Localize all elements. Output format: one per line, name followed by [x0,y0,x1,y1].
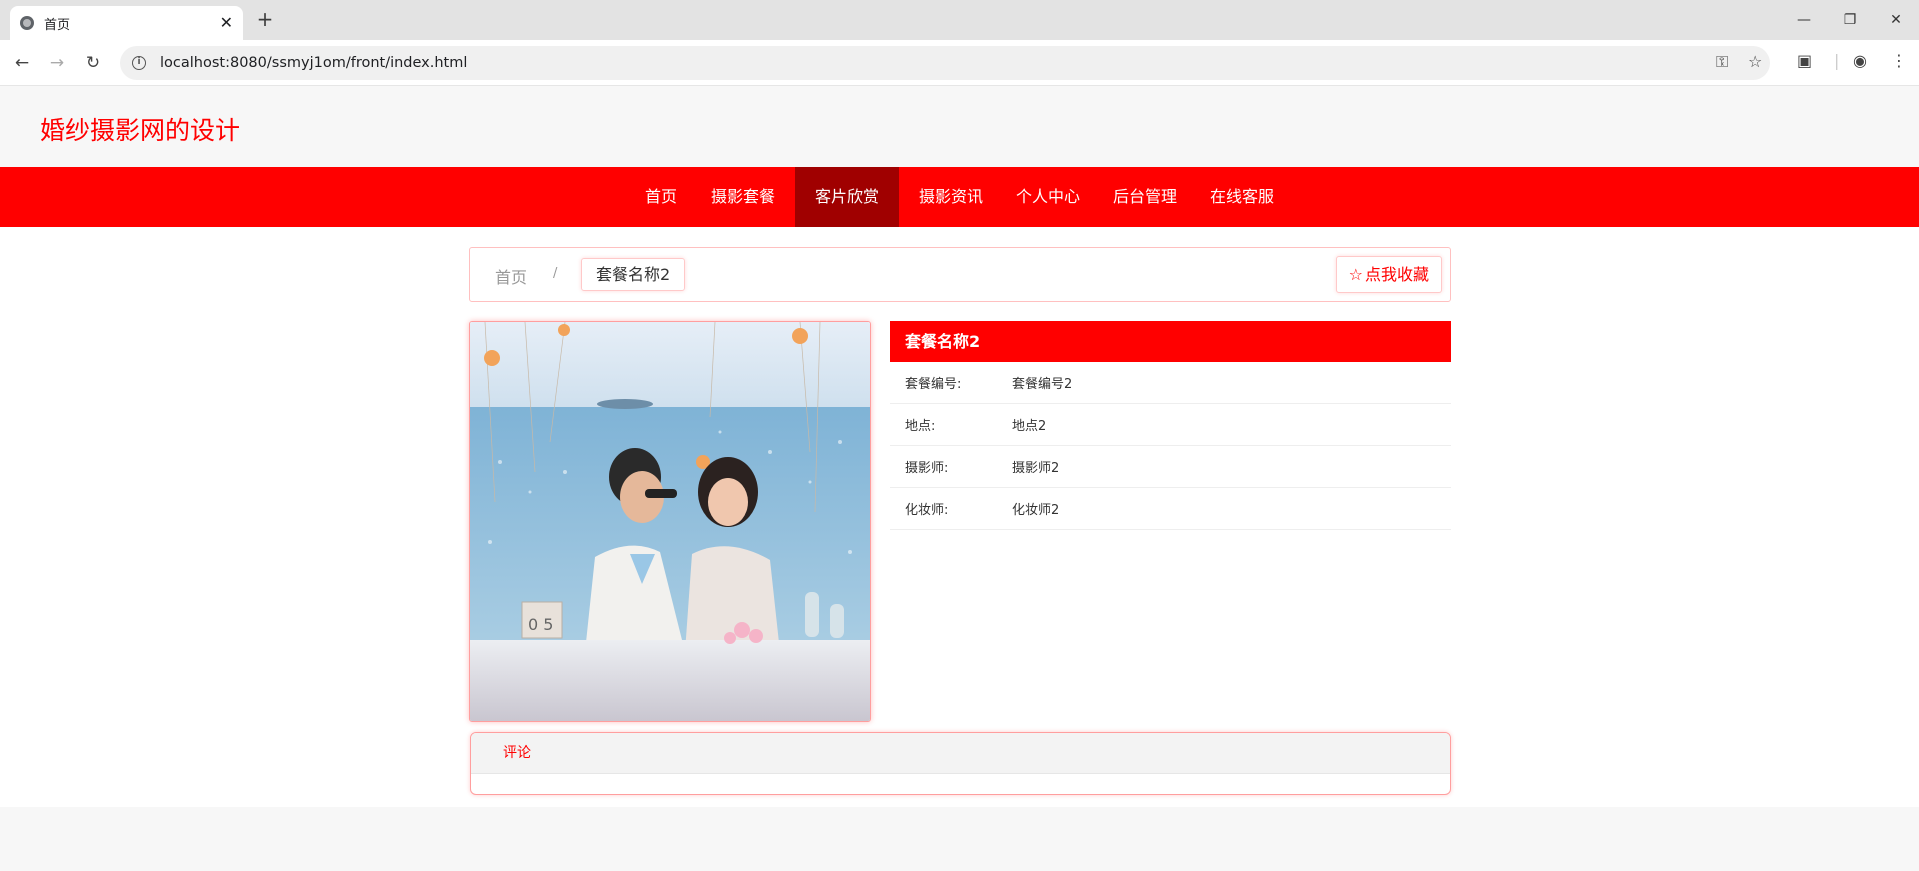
reload-icon[interactable]: ↻ [80,50,106,76]
site-title[interactable]: 婚纱摄影网的设计 [40,111,240,147]
browser-tab[interactable]: 首页 ✕ [10,6,243,40]
field-value: 地点2 [1012,419,1047,434]
tab-close-icon[interactable]: ✕ [220,15,233,31]
restore-button[interactable]: ❐ [1827,6,1873,34]
browser-tab-bar: 首页 ✕ + — ❐ ✕ [0,0,1919,40]
back-arrow-icon[interactable]: ← [9,50,35,76]
password-key-icon[interactable]: ⚿ [1716,52,1728,72]
toolbar-divider: | [1834,51,1840,70]
site-header: 婚纱摄影网的设计 [0,87,1919,167]
breadcrumb-current: 套餐名称2 [581,258,686,291]
package-title: 套餐名称2 [890,321,1451,362]
field-value: 套餐编号2 [1012,377,1073,392]
globe-icon [20,16,34,30]
field-label: 化妆师: [905,503,949,518]
tab-comments[interactable]: 评论 [503,733,531,774]
favorite-label: 点我收藏 [1364,265,1429,284]
breadcrumb: 首页 / 套餐名称2 ☆ 点我收藏 [469,247,1451,302]
package-info-panel: 套餐名称2 套餐编号: 套餐编号2 地点: 地点2 摄影师: 摄影师2 化妆师:… [890,321,1451,530]
nav-item-packages[interactable]: 摄影套餐 [703,167,783,227]
field-value: 摄影师2 [1012,461,1060,476]
breadcrumb-home[interactable]: 首页 [495,264,527,288]
site-info-icon[interactable]: i [132,56,146,70]
package-photo: 0 5 [469,321,871,722]
wedding-photo-image: 0 5 [470,322,870,721]
breadcrumb-separator: / [553,266,558,281]
browser-toolbar: ← → ↻ i localhost:8080/ssmyj1om/front/in… [0,40,1919,86]
new-tab-button[interactable]: + [253,8,277,32]
field-label: 摄影师: [905,461,949,476]
field-value: 化妆师2 [1012,503,1060,518]
close-window-button[interactable]: ✕ [1873,6,1919,34]
menu-kebab-icon[interactable]: ⋮ [1891,51,1907,70]
info-row-makeup-artist: 化妆师: 化妆师2 [890,488,1451,530]
nav-item-profile[interactable]: 个人中心 [1008,167,1088,227]
nav-item-admin[interactable]: 后台管理 [1105,167,1185,227]
profile-icon[interactable]: ◉ [1853,51,1867,70]
tab-title: 首页 [44,17,71,33]
comment-tab-bar: 评论 [471,733,1450,774]
tab-search-icon[interactable]: ▣ [1797,51,1812,70]
svg-text:0 5: 0 5 [528,615,553,634]
nav-item-gallery[interactable]: 客片欣赏 [795,167,899,227]
url-text: localhost:8080/ssmyj1om/front/index.html [160,55,468,71]
nav-item-support[interactable]: 在线客服 [1202,167,1282,227]
bookmark-star-icon[interactable]: ☆ [1748,52,1762,71]
info-row-package-id: 套餐编号: 套餐编号2 [890,362,1451,404]
main-nav: 首页 摄影套餐 客片欣赏 摄影资讯 个人中心 后台管理 在线客服 [0,167,1919,227]
info-row-photographer: 摄影师: 摄影师2 [890,446,1451,488]
info-row-location: 地点: 地点2 [890,404,1451,446]
field-label: 地点: [905,419,936,434]
minimize-button[interactable]: — [1781,6,1827,34]
field-label: 套餐编号: [905,377,962,392]
nav-item-news[interactable]: 摄影资讯 [911,167,991,227]
star-outline-icon: ☆ [1348,265,1363,284]
web-page: 婚纱摄影网的设计 首页 摄影套餐 客片欣赏 摄影资讯 个人中心 后台管理 在线客… [0,87,1919,807]
address-bar[interactable]: i localhost:8080/ssmyj1om/front/index.ht… [120,46,1770,80]
nav-item-home[interactable]: 首页 [633,167,689,227]
favorite-button[interactable]: ☆ 点我收藏 [1335,256,1442,293]
comment-section: 评论 [470,732,1451,795]
forward-arrow-icon[interactable]: → [44,50,70,76]
